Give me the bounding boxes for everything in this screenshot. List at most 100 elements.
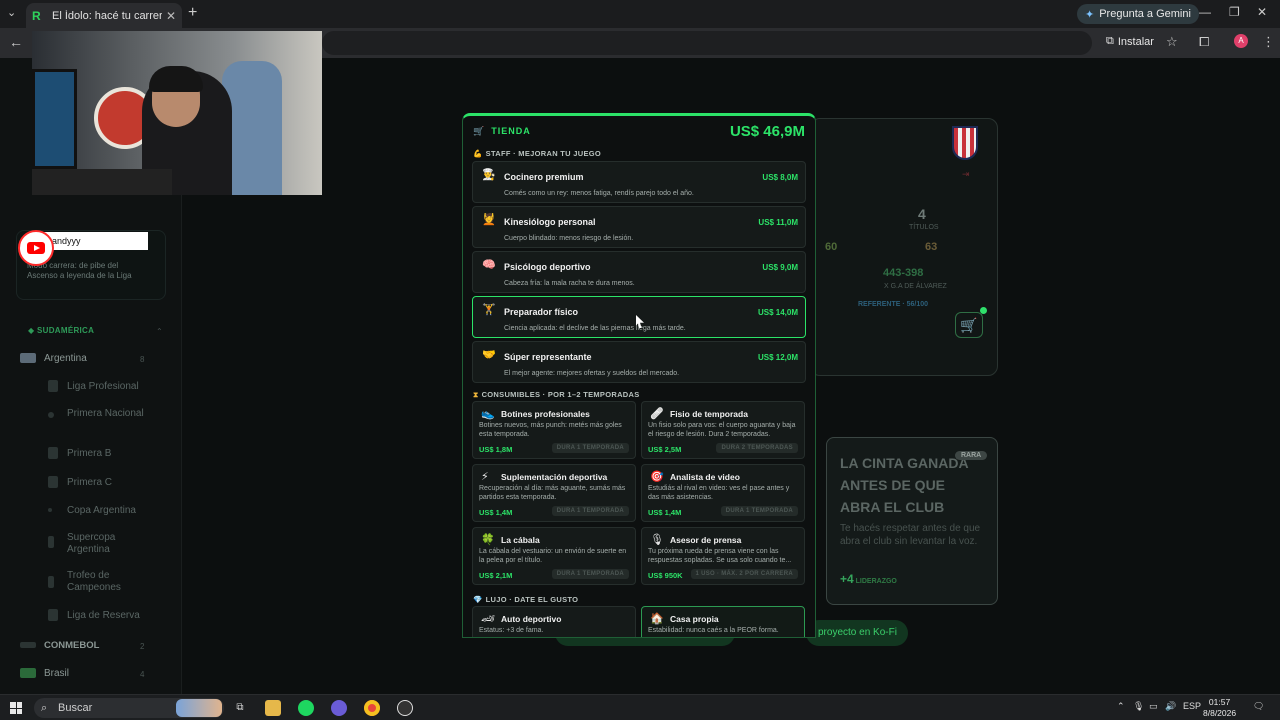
consumable-name: Analista de video [670, 472, 740, 482]
install-icon: ⧉ [1106, 35, 1114, 47]
taskbar-clock[interactable]: 01:57 8/8/2026 [1203, 697, 1236, 719]
chrome-icon[interactable] [364, 700, 380, 716]
monitor-shape [32, 69, 77, 169]
staff-item-representante[interactable]: 🤝 Súper representante US$ 12,0M El mejor… [472, 341, 806, 383]
stat-left-value: 60 [825, 241, 838, 253]
consumable-name: La cábala [501, 535, 540, 545]
consumable-asesor[interactable]: 🎙 Asesor de prensa Tu próxima rueda de p… [641, 527, 805, 585]
browser-menu-icon[interactable]: ⋮ [1262, 34, 1275, 50]
clover-icon: 🍀 [481, 534, 495, 546]
nav-item-primera-c[interactable]: Primera C [67, 477, 112, 489]
consumables-section-label: ⧗ CONSUMIBLES · POR 1–2 TEMPORADAS [473, 390, 640, 399]
consumable-fisio[interactable]: 🩹 Fisio de temporada Un fisio solo para … [641, 401, 805, 459]
webcam-overlay [32, 31, 322, 195]
staff-price: US$ 12,0M [757, 353, 798, 362]
shop-cart-button[interactable]: 🛒 [955, 312, 983, 338]
install-app-button[interactable]: ⧉ Instalar [1106, 35, 1154, 48]
bandage-icon: 🩹 [650, 408, 664, 420]
nav-item-liga-profesional[interactable]: Liga Profesional [67, 381, 139, 393]
language-indicator[interactable]: ESP [1183, 701, 1201, 711]
brazil-flag-icon [20, 668, 36, 678]
titles-value: 4 [918, 206, 926, 222]
diamond-icon: 💎 [473, 595, 483, 604]
file-explorer-icon[interactable] [265, 700, 281, 716]
restore-window-icon[interactable]: ❐ [1229, 5, 1240, 19]
record-value: 443-398 [883, 267, 924, 279]
consumable-desc: La cábala del vestuario: un envión de su… [479, 548, 627, 564]
staff-item-preparador[interactable]: 🏋 Preparador físico US$ 14,0M Ciencia ap… [472, 296, 806, 338]
consumable-analista[interactable]: 🎯 Analista de video Estudiás al rival en… [641, 464, 805, 522]
taskbar-search[interactable]: ⌕ Buscar [34, 698, 224, 718]
tab-close-icon[interactable]: ✕ [166, 9, 176, 23]
address-bar[interactable] [322, 31, 1092, 55]
tab-search-chevron-icon[interactable]: ⌄ [7, 6, 16, 19]
nav-item-primera-nacional[interactable]: Primera Nacional [67, 408, 147, 420]
luxury-section-label: 💎 LUJO · DATE EL GUSTO [473, 595, 579, 604]
consumable-price: US$ 1,8M [479, 445, 513, 454]
luxury-desc: Estatus: +3 de fama. [479, 627, 544, 634]
bookmark-star-icon[interactable]: ☆ [1166, 34, 1178, 50]
tray-chevron-icon[interactable]: ⌃ [1117, 701, 1125, 712]
referente-label: REFERENTE · 56/100 [858, 301, 929, 308]
stat-right-value: 63 [925, 241, 938, 253]
extensions-puzzle-icon[interactable]: ⧠ [1199, 34, 1209, 50]
nav-item-liga-de-reserva[interactable]: Liga de Reserva [67, 610, 140, 622]
consumable-botines[interactable]: 👟 Botines profesionales Botines nuevos, … [472, 401, 636, 459]
luxury-casa[interactable]: 🏠 Casa propia Estabilidad: nunca caés a … [641, 606, 805, 637]
duration-badge: DURA 1 TEMPORADA [551, 506, 629, 516]
search-highlight-image [176, 699, 222, 717]
ask-gemini-button[interactable]: ✦ Pregunta a Gemini [1077, 4, 1199, 24]
minimize-window-icon[interactable]: — [1199, 5, 1211, 19]
network-icon[interactable]: ▭ [1149, 701, 1158, 712]
staff-price: US$ 8,0M [762, 173, 798, 182]
consumable-desc: Recuperación al día: más aguante, sumás … [479, 485, 626, 501]
task-view-icon[interactable]: ⧉ [232, 700, 248, 716]
weightlifter-icon: 🏋 [482, 304, 496, 316]
browser-tabstrip: ⌄ R El Ídolo: hacé tu carrera en la L ✕ … [0, 0, 1280, 28]
profile-avatar[interactable]: A [1234, 34, 1248, 48]
achievement-bonus: +4 LIDERAZGO [840, 572, 897, 586]
kofi-button[interactable]: proyecto en Ko-Fi [806, 620, 908, 646]
luxury-auto[interactable]: 🏎 Auto deportivo Estatus: +3 de fama. [472, 606, 636, 637]
staff-item-cocinero[interactable]: 👨‍🍳 Cocinero premium US$ 8,0M Comés como… [472, 161, 806, 203]
windows-start-icon[interactable] [10, 702, 22, 714]
league-dot-icon [48, 412, 54, 418]
luxury-name: Casa propia [670, 614, 719, 624]
staff-item-kinesiologo[interactable]: 💆 Kinesiólogo personal US$ 11,0M Cuerpo … [472, 206, 806, 248]
browser-tab-active[interactable]: R El Ídolo: hacé tu carrera en la L ✕ [26, 3, 182, 28]
volume-icon[interactable]: 🔊 [1165, 701, 1176, 712]
nav-section-sudamerica[interactable]: ◆ SUDAMÉRICA [28, 326, 94, 335]
consumable-desc: Tu próxima rueda de prensa viene con las… [648, 548, 792, 564]
nav-item-copa-argentina[interactable]: Copa Argentina [67, 505, 136, 517]
shop-balance: US$ 46,9M [729, 123, 805, 140]
notifications-icon[interactable]: 🗨 [1253, 701, 1264, 712]
consumable-suplementacion[interactable]: ⚡ Suplementación deportiva Recuperación … [472, 464, 636, 522]
consumable-cabala[interactable]: 🍀 La cábala La cábala del vestuario: un … [472, 527, 636, 585]
nav-item-supercopa-argentina[interactable]: Supercopa Argentina [67, 532, 147, 556]
rarity-badge: RARA [955, 451, 988, 460]
microphone-icon: 🎙 [650, 534, 664, 546]
nav-item-primera-b[interactable]: Primera B [67, 448, 111, 460]
discord-icon[interactable] [331, 700, 347, 716]
staff-item-psicologo[interactable]: 🧠 Psicólogo deportivo US$ 9,0M Cabeza fr… [472, 251, 806, 293]
nav-country-conmebol[interactable]: CONMEBOL [44, 640, 99, 652]
conmebol-logo-icon [20, 642, 36, 648]
consumable-name: Fisio de temporada [670, 409, 748, 419]
conmebol-count: 2 [140, 642, 145, 651]
staff-desc: Ciencia aplicada: el declive de las pier… [504, 325, 686, 332]
globe-icon: ◆ [28, 326, 37, 335]
exit-icon[interactable]: ⇥ [962, 169, 970, 180]
car-icon: 🏎 [481, 613, 495, 625]
new-tab-button[interactable]: + [188, 4, 197, 22]
nav-country-brasil[interactable]: Brasil [44, 668, 69, 680]
spotify-icon[interactable] [298, 700, 314, 716]
collapse-chevron-icon[interactable]: ⌃ [156, 327, 163, 336]
nav-country-argentina[interactable]: Argentina [44, 353, 87, 365]
staff-desc: Cabeza fría: la mala racha te dura menos… [504, 280, 635, 287]
back-arrow-icon[interactable]: ← [9, 34, 23, 50]
obs-icon[interactable] [397, 700, 413, 716]
close-window-icon[interactable]: ✕ [1257, 5, 1267, 19]
duration-badge: 1 USO · MÁX. 2 POR CARRERA [690, 569, 798, 579]
microphone-tray-icon[interactable]: 🎙 [1133, 701, 1144, 712]
nav-item-trofeo-de-campeones[interactable]: Trofeo de Campeones [67, 570, 147, 594]
